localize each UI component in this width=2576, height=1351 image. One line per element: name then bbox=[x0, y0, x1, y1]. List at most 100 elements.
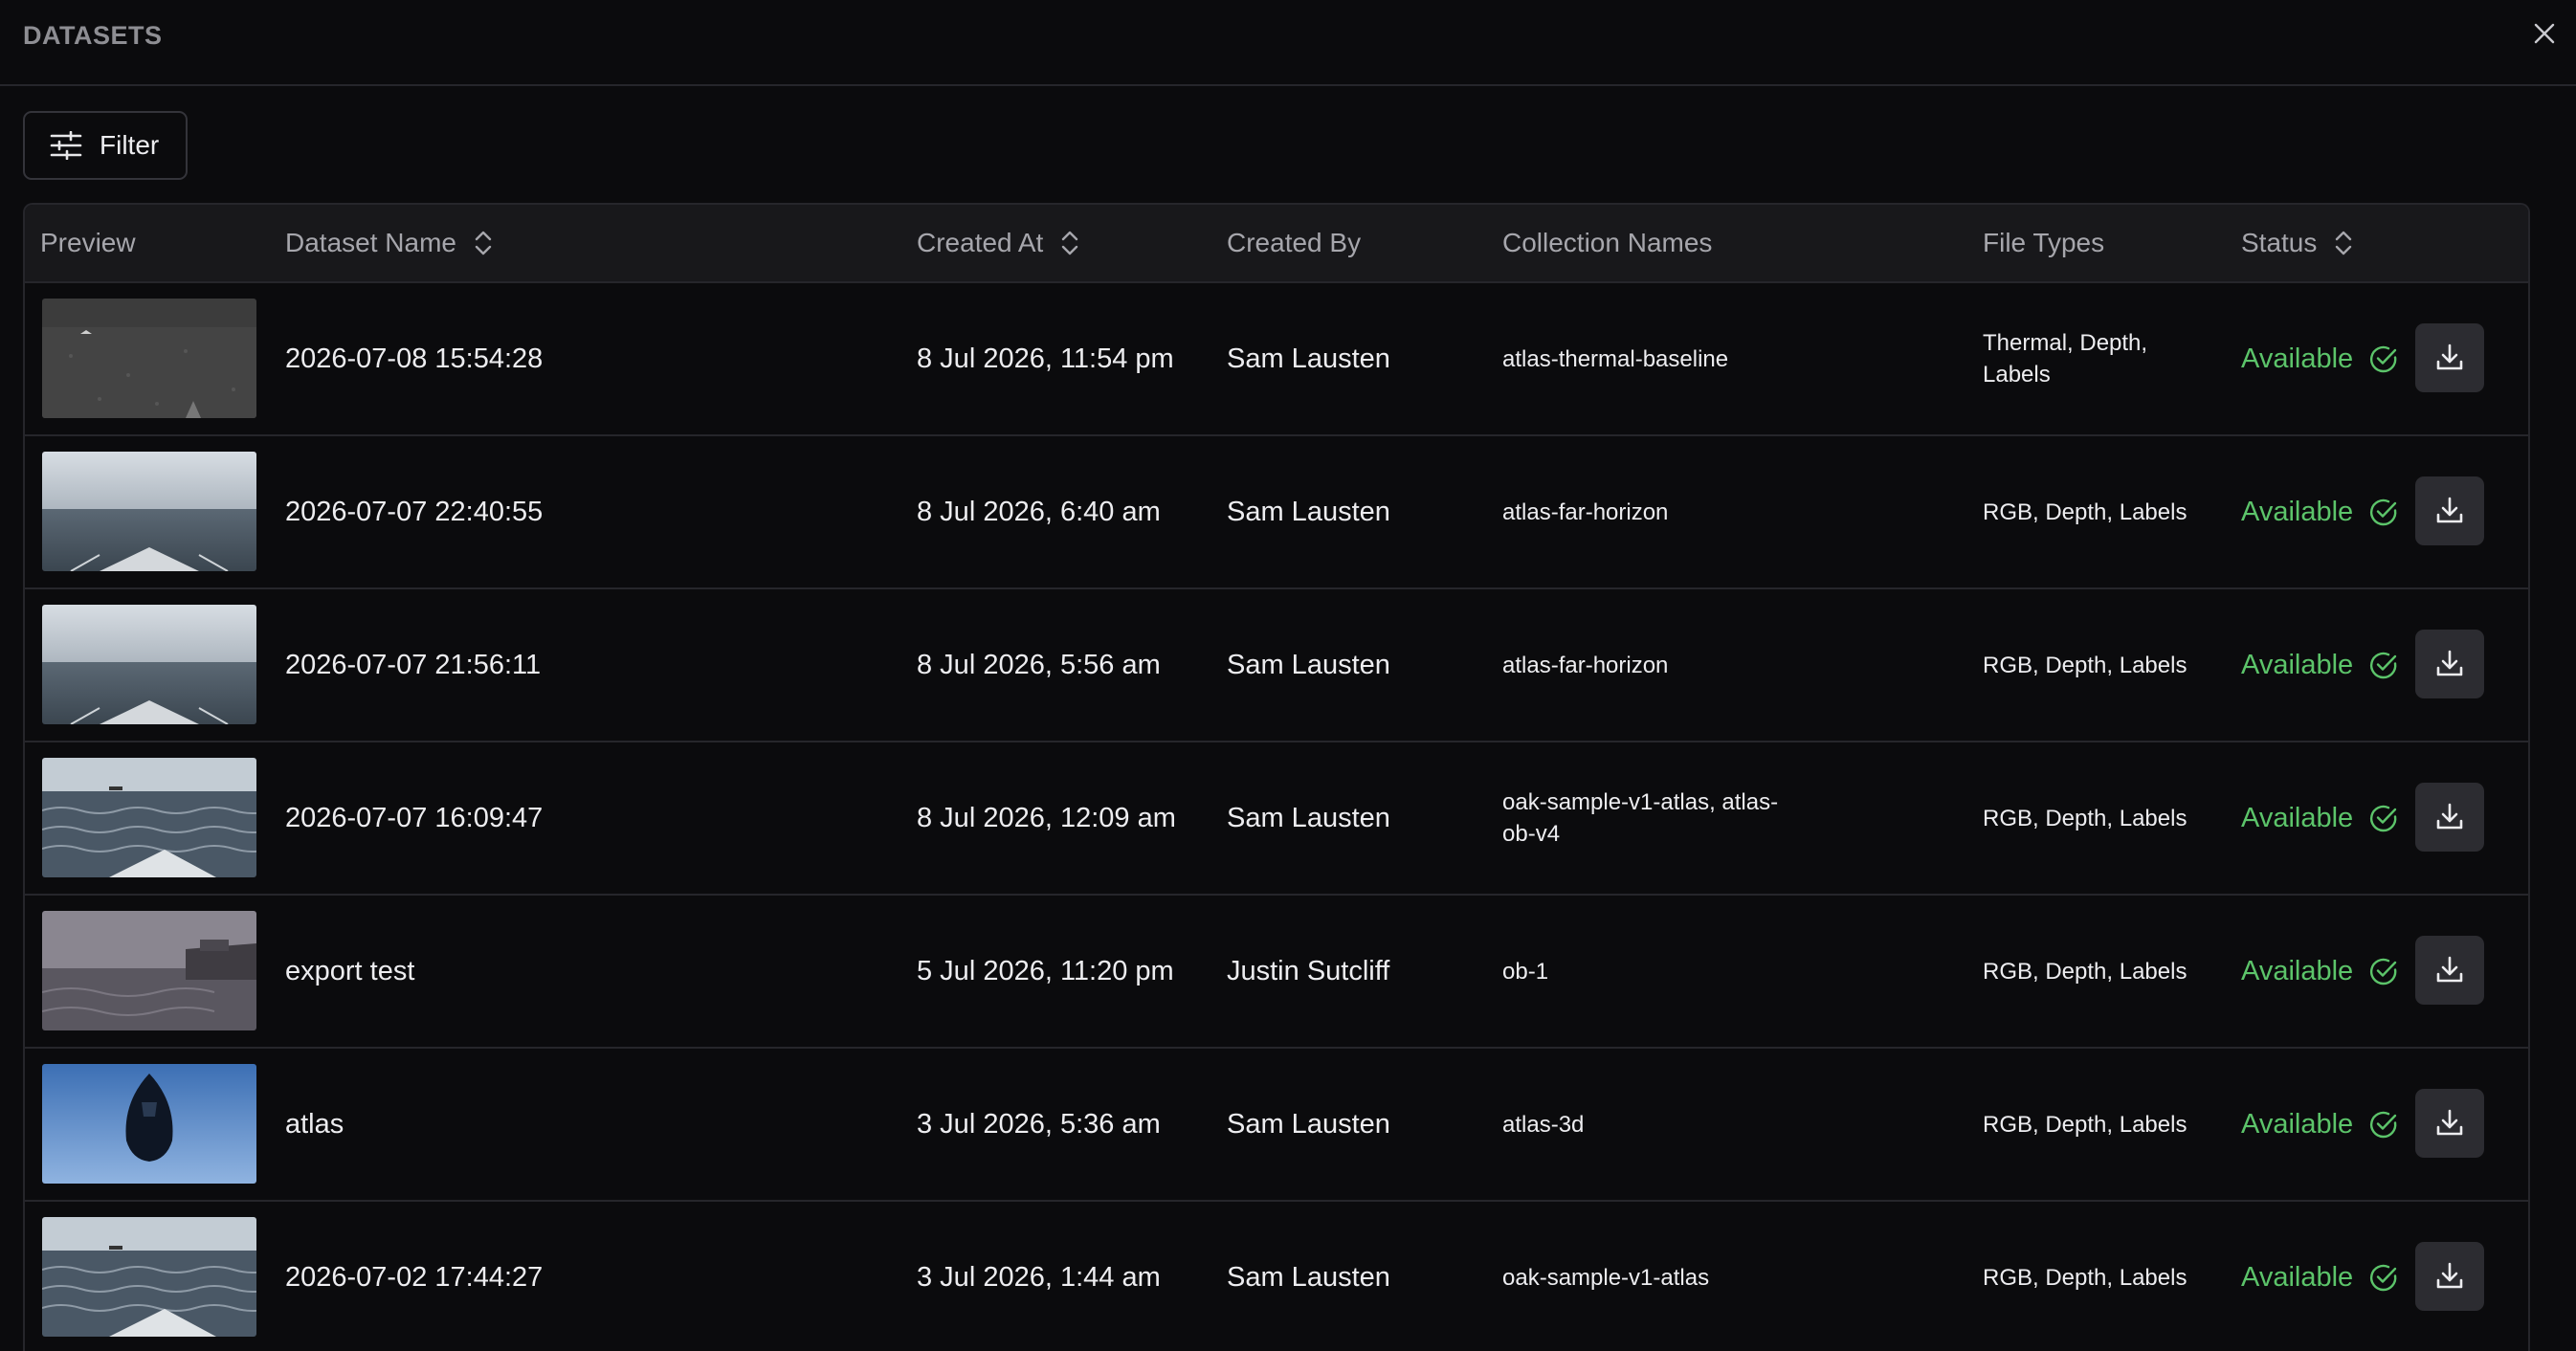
column-header-created-at[interactable]: Created At bbox=[917, 228, 1079, 258]
column-label: Created At bbox=[917, 228, 1044, 257]
dataset-name[interactable]: atlas bbox=[285, 1049, 344, 1200]
preview-thumbnail[interactable] bbox=[42, 758, 256, 877]
preview-thumbnail[interactable] bbox=[42, 1064, 256, 1184]
check-circle-icon bbox=[2370, 958, 2397, 986]
download-icon bbox=[2436, 650, 2463, 676]
download-icon bbox=[2436, 497, 2463, 523]
status-label: Available bbox=[2241, 649, 2354, 680]
created-by: Sam Lausten bbox=[1227, 802, 1390, 833]
table-row[interactable]: 2026-07-07 21:56:11 8 Jul 2026, 5:56 am … bbox=[25, 589, 2528, 742]
created-by: Sam Lausten bbox=[1227, 1261, 1390, 1293]
preview-thumbnail[interactable] bbox=[42, 605, 256, 724]
created-by: Sam Lausten bbox=[1227, 1108, 1390, 1140]
scrollbar[interactable] bbox=[2543, 203, 2549, 1332]
close-button[interactable] bbox=[2528, 17, 2561, 50]
dataset-name[interactable]: 2026-07-07 16:09:47 bbox=[285, 742, 543, 894]
download-button[interactable] bbox=[2415, 936, 2484, 1005]
file-types: Thermal, Depth, Labels bbox=[1983, 330, 2148, 388]
collection-names: oak-sample-v1-atlas bbox=[1502, 1264, 1710, 1291]
download-icon bbox=[2436, 1109, 2463, 1136]
dataset-name[interactable]: export test bbox=[285, 896, 414, 1047]
created-by: Sam Lausten bbox=[1227, 343, 1390, 374]
column-label: Created By bbox=[1227, 228, 1362, 257]
column-label: Dataset Name bbox=[285, 228, 456, 257]
download-button[interactable] bbox=[2415, 323, 2484, 392]
download-button[interactable] bbox=[2415, 476, 2484, 545]
file-types: RGB, Depth, Labels bbox=[1983, 652, 2187, 678]
status-badge: Available bbox=[2241, 283, 2399, 434]
dialog-title: DATASETS bbox=[23, 21, 163, 50]
sliders-icon bbox=[50, 131, 82, 160]
dataset-name[interactable]: 2026-07-07 21:56:11 bbox=[285, 589, 541, 741]
table-row[interactable]: 2026-07-08 15:54:28 8 Jul 2026, 11:54 pm… bbox=[25, 283, 2528, 436]
chevron-up-down-icon[interactable] bbox=[1060, 229, 1079, 257]
created-at: 8 Jul 2026, 11:54 pm bbox=[917, 343, 1174, 374]
file-types: RGB, Depth, Labels bbox=[1983, 498, 2187, 525]
download-button[interactable] bbox=[2415, 630, 2484, 698]
table-row[interactable]: 2026-07-02 17:44:27 3 Jul 2026, 1:44 am … bbox=[25, 1202, 2528, 1351]
filter-button[interactable]: Filter bbox=[23, 111, 188, 180]
status-label: Available bbox=[2241, 955, 2354, 986]
check-circle-icon bbox=[2370, 805, 2397, 832]
created-at: 5 Jul 2026, 11:20 pm bbox=[917, 955, 1174, 986]
status-label: Available bbox=[2241, 496, 2354, 527]
collection-names: ob-1 bbox=[1502, 958, 1549, 985]
status-badge: Available bbox=[2241, 436, 2399, 587]
column-header-status[interactable]: Status bbox=[2241, 228, 2353, 258]
close-icon bbox=[2534, 23, 2555, 44]
column-header-file-types: File Types bbox=[1983, 228, 2104, 258]
created-by: Justin Sutcliff bbox=[1227, 955, 1390, 986]
status-badge: Available bbox=[2241, 896, 2399, 1047]
collection-names: oak-sample-v1-atlas, atlas-ob-v4 bbox=[1502, 789, 1779, 847]
download-button[interactable] bbox=[2415, 1089, 2484, 1158]
collection-names: atlas-3d bbox=[1502, 1111, 1585, 1138]
download-icon bbox=[2436, 1262, 2463, 1289]
created-at: 3 Jul 2026, 5:36 am bbox=[917, 1108, 1161, 1140]
collection-names: atlas-far-horizon bbox=[1502, 498, 1669, 525]
download-button[interactable] bbox=[2415, 783, 2484, 852]
status-label: Available bbox=[2241, 1261, 2354, 1293]
file-types: RGB, Depth, Labels bbox=[1983, 1111, 2187, 1138]
table-row[interactable]: 2026-07-07 22:40:55 8 Jul 2026, 6:40 am … bbox=[25, 436, 2528, 589]
column-header-preview: Preview bbox=[40, 228, 136, 258]
table-row[interactable]: 2026-07-07 16:09:47 8 Jul 2026, 12:09 am… bbox=[25, 742, 2528, 896]
column-header-created-by: Created By bbox=[1227, 228, 1361, 258]
check-circle-icon bbox=[2370, 345, 2397, 373]
download-button[interactable] bbox=[2415, 1242, 2484, 1311]
dataset-name[interactable]: 2026-07-07 22:40:55 bbox=[285, 436, 543, 587]
column-label: File Types bbox=[1983, 228, 2105, 257]
status-badge: Available bbox=[2241, 1049, 2399, 1200]
status-badge: Available bbox=[2241, 742, 2399, 894]
check-circle-icon bbox=[2370, 1264, 2397, 1292]
file-types: RGB, Depth, Labels bbox=[1983, 1264, 2187, 1291]
column-header-dataset-name[interactable]: Dataset Name bbox=[285, 228, 493, 258]
created-at: 3 Jul 2026, 1:44 am bbox=[917, 1261, 1161, 1293]
check-circle-icon bbox=[2370, 498, 2397, 526]
dataset-name[interactable]: 2026-07-02 17:44:27 bbox=[285, 1202, 543, 1351]
check-circle-icon bbox=[2370, 652, 2397, 679]
preview-thumbnail[interactable] bbox=[42, 911, 256, 1030]
dialog-header: DATASETS bbox=[0, 0, 2576, 86]
dataset-name[interactable]: 2026-07-08 15:54:28 bbox=[285, 283, 543, 434]
preview-thumbnail[interactable] bbox=[42, 299, 256, 418]
filter-label: Filter bbox=[100, 130, 160, 160]
preview-thumbnail[interactable] bbox=[42, 1217, 256, 1337]
download-icon bbox=[2436, 803, 2463, 830]
preview-thumbnail[interactable] bbox=[42, 452, 256, 571]
created-at: 8 Jul 2026, 6:40 am bbox=[917, 496, 1161, 527]
status-label: Available bbox=[2241, 343, 2354, 374]
column-label: Collection Names bbox=[1502, 228, 1713, 257]
download-icon bbox=[2436, 956, 2463, 983]
chevron-up-down-icon[interactable] bbox=[474, 229, 493, 257]
created-at: 8 Jul 2026, 12:09 am bbox=[917, 802, 1176, 833]
status-label: Available bbox=[2241, 1108, 2354, 1140]
status-badge: Available bbox=[2241, 589, 2399, 741]
download-icon bbox=[2436, 343, 2463, 370]
column-label: Preview bbox=[40, 228, 136, 257]
collection-names: atlas-far-horizon bbox=[1502, 652, 1669, 678]
table-row[interactable]: atlas 3 Jul 2026, 5:36 am Sam Lausten at… bbox=[25, 1049, 2528, 1202]
chevron-up-down-icon[interactable] bbox=[2334, 229, 2353, 257]
table-row[interactable]: export test 5 Jul 2026, 11:20 pm Justin … bbox=[25, 896, 2528, 1049]
check-circle-icon bbox=[2370, 1111, 2397, 1139]
table-header: Preview Dataset Name Created At Created … bbox=[25, 205, 2528, 283]
